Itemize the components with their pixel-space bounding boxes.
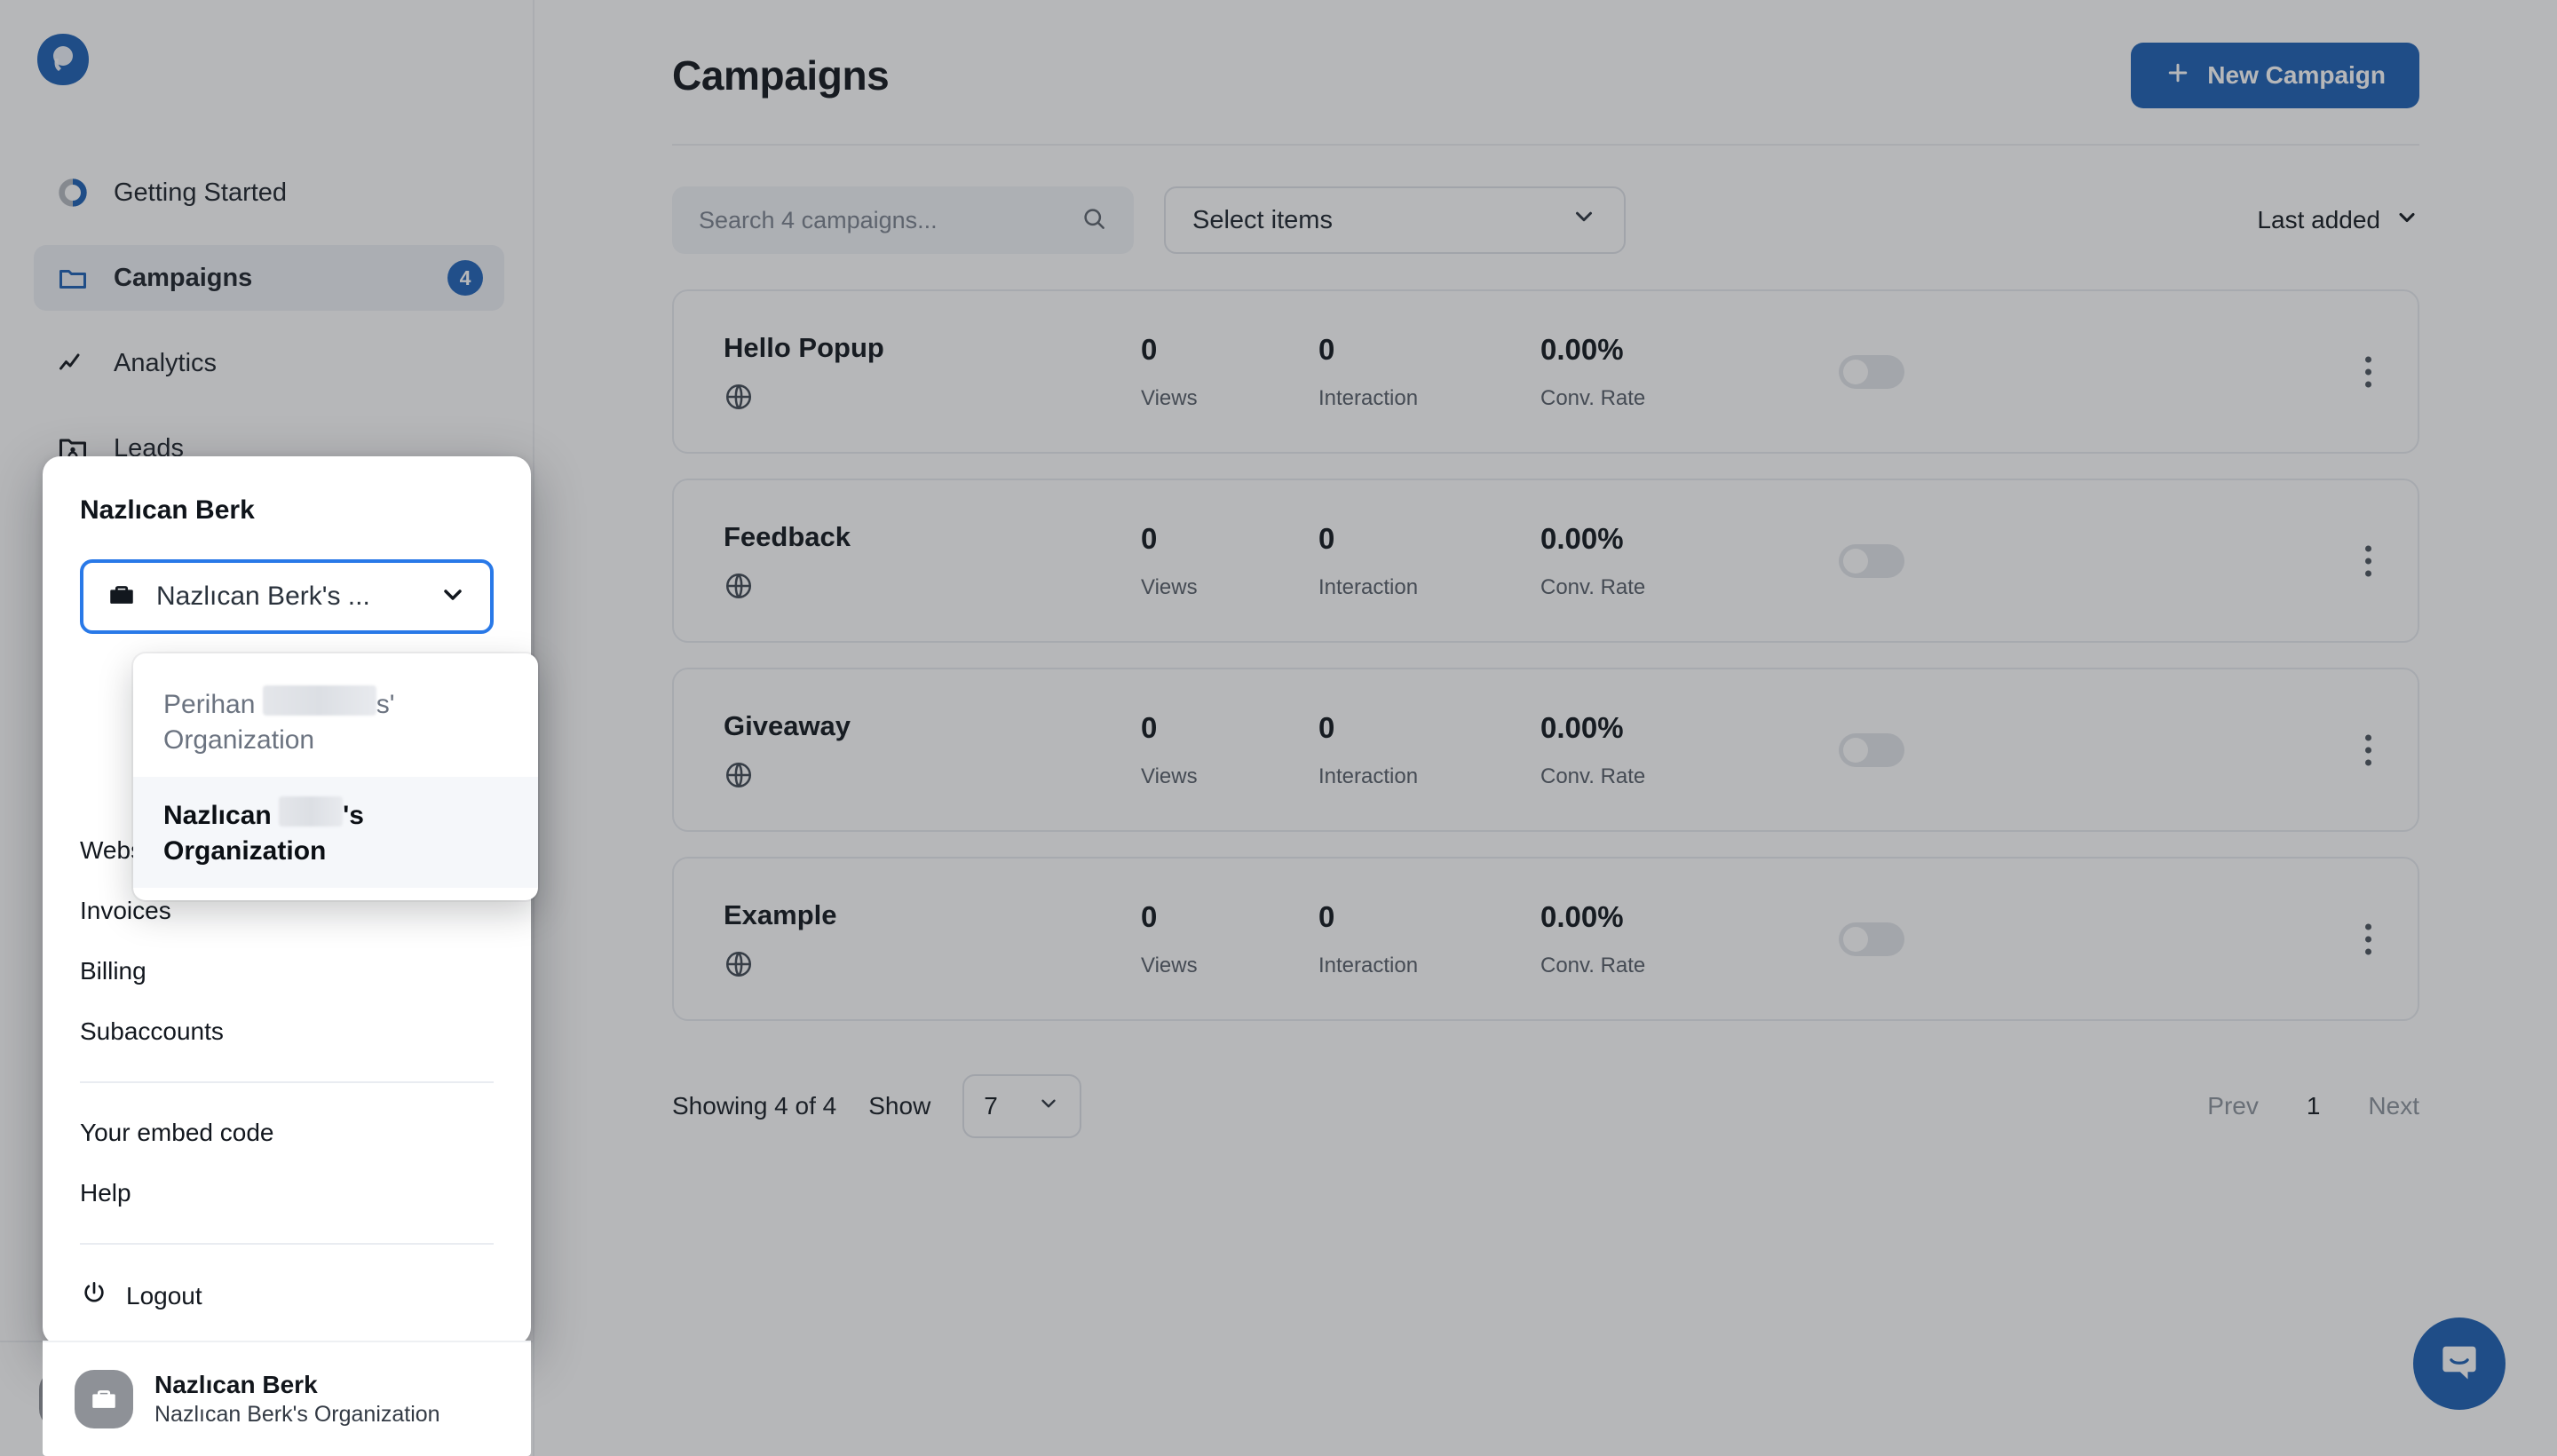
menu-item-subaccounts[interactable]: Subaccounts bbox=[80, 1001, 531, 1062]
organization-select-value: Nazlıcan Berk's ... bbox=[156, 582, 370, 611]
account-menu-title: Nazlıcan Berk bbox=[80, 495, 255, 525]
logout-label: Logout bbox=[126, 1281, 202, 1310]
account-switcher-highlighted[interactable]: Nazlıcan Berk Nazlıcan Berk's Organizati… bbox=[43, 1341, 531, 1456]
organization-option-line2: Organization bbox=[163, 835, 327, 866]
chevron-down-icon bbox=[439, 581, 467, 613]
briefcase-icon bbox=[75, 1370, 133, 1428]
menu-item-help[interactable]: Help bbox=[80, 1163, 531, 1223]
menu-divider bbox=[80, 1081, 494, 1083]
app-root: Getting Started Campaigns 4 Analytics Le… bbox=[0, 0, 2557, 1456]
organization-option-suffix: s' bbox=[376, 690, 395, 719]
organization-option-suffix: 's bbox=[343, 801, 364, 831]
organization-select[interactable]: Nazlıcan Berk's ... bbox=[80, 559, 494, 634]
menu-divider bbox=[80, 1243, 494, 1245]
account-name: Nazlıcan Berk bbox=[154, 1371, 318, 1399]
logout-button[interactable]: Logout bbox=[80, 1264, 531, 1320]
organization-option[interactable]: Nazlıcan 's Organization bbox=[133, 777, 538, 889]
organization-option[interactable]: Perihan s' Organization bbox=[133, 666, 538, 777]
redacted-text bbox=[262, 685, 376, 716]
redacted-text bbox=[279, 796, 344, 827]
organization-options-list: Perihan s' Organization Nazlıcan 's Orga… bbox=[133, 653, 538, 901]
power-icon bbox=[80, 1278, 108, 1313]
account-menu-popup: Nazlıcan Berk Nazlıcan Berk's ... Periha… bbox=[43, 456, 538, 1345]
organization-option-prefix: Perihan bbox=[163, 690, 263, 719]
organization-option-line2: Organization bbox=[163, 724, 315, 755]
menu-item-billing[interactable]: Billing bbox=[80, 941, 531, 1001]
briefcase-icon bbox=[107, 580, 137, 614]
organization-option-prefix: Nazlıcan bbox=[163, 801, 280, 831]
account-organization: Nazlıcan Berk's Organization bbox=[154, 1402, 440, 1428]
account-info: Nazlıcan Berk Nazlıcan Berk's Organizati… bbox=[154, 1369, 440, 1429]
menu-item-your-embed-code[interactable]: Your embed code bbox=[80, 1103, 531, 1163]
